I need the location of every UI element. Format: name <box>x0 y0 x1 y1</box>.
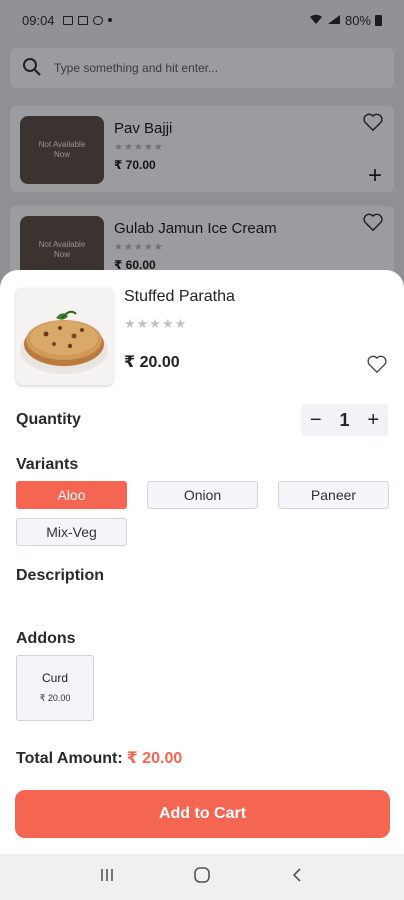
addon-card-curd[interactable]: Curd ₹ 20.00 <box>16 655 94 721</box>
product-price: ₹ 20.00 <box>124 354 180 371</box>
heart-icon[interactable] <box>366 354 388 379</box>
product-rating: ★★★★★ <box>124 316 188 331</box>
search-icon <box>22 57 54 80</box>
item-stars: ★★★★★ <box>114 242 164 253</box>
list-item[interactable]: Not Available Now Pav Bajji ★★★★★ ₹ 70.0… <box>10 106 394 192</box>
description-label: Description <box>16 567 105 584</box>
quantity-value: 1 <box>339 409 350 430</box>
item-price: ₹ 70.00 <box>114 158 156 172</box>
total-label: Total Amount: <box>16 750 123 767</box>
heart-icon[interactable] <box>362 112 384 137</box>
variant-option-onion[interactable]: Onion <box>147 481 258 509</box>
status-bar: 09:04 80% <box>0 0 404 40</box>
cloud-icon <box>92 15 103 25</box>
quantity-stepper: − 1 + <box>301 404 388 436</box>
signal-icon <box>327 13 341 28</box>
item-stars: ★★★★★ <box>114 142 164 153</box>
item-thumbnail: Not Available Now <box>20 116 104 184</box>
status-time: 09:04 <box>22 12 55 28</box>
plus-icon[interactable]: + <box>368 162 382 190</box>
background-list: Type something and hit enter... Not Avai… <box>0 40 404 292</box>
variant-option-paneer[interactable]: Paneer <box>278 481 389 509</box>
back-icon[interactable] <box>289 867 305 888</box>
heart-icon[interactable] <box>362 212 384 237</box>
product-name: Stuffed Paratha <box>124 288 235 305</box>
notification-icons <box>62 15 112 25</box>
dot-icon <box>107 18 112 22</box>
addon-name: Curd <box>41 671 68 685</box>
variants-label: Variants <box>16 456 79 473</box>
home-icon[interactable] <box>193 866 211 889</box>
system-nav-bar <box>0 854 404 900</box>
screen-icon <box>77 15 88 25</box>
product-image <box>16 288 113 385</box>
search-placeholder: Type something and hit enter... <box>54 61 219 75</box>
addons-label: Addons <box>16 630 76 647</box>
quantity-label: Quantity <box>16 411 81 428</box>
wifi-icon <box>309 13 323 28</box>
addon-price: ₹ 20.00 <box>39 693 71 703</box>
increase-quantity-button[interactable]: + <box>367 410 379 430</box>
battery-icon <box>375 14 382 26</box>
system-icons: 80% <box>309 13 382 28</box>
variant-option-aloo[interactable]: Aloo <box>16 481 127 509</box>
total-amount-row: Total Amount: ₹ 20.00 <box>16 748 182 768</box>
variant-option-mix-veg[interactable]: Mix-Veg <box>16 518 127 546</box>
product-bottom-sheet: Stuffed Paratha ★★★★★ ₹ 20.00 Quantity −… <box>0 270 404 854</box>
recents-icon[interactable] <box>99 867 115 888</box>
item-name: Pav Bajji <box>114 120 173 137</box>
decrease-quantity-button[interactable]: − <box>310 410 322 430</box>
battery-percent: 80% <box>344 12 371 28</box>
total-amount: ₹ 20.00 <box>126 750 183 767</box>
search-bar[interactable]: Type something and hit enter... <box>10 48 394 88</box>
item-name: Gulab Jamun Ice Cream <box>114 220 277 237</box>
gallery-icon <box>62 15 73 25</box>
add-to-cart-button[interactable]: Add to Cart <box>15 790 390 838</box>
